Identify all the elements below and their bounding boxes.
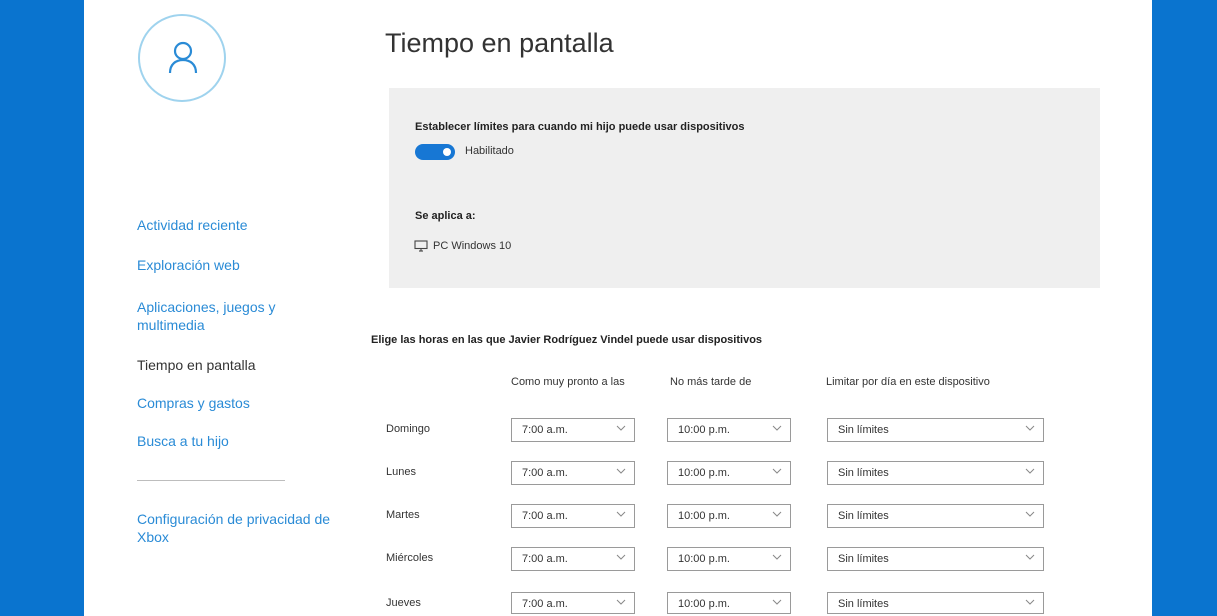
select-value: 7:00 a.m. xyxy=(522,598,568,610)
schedule-heading: Elige las horas en las que Javier Rodríg… xyxy=(371,334,763,346)
daily-limit-select[interactable]: Sin límites xyxy=(827,461,1044,485)
latest-time-select[interactable]: 10:00 p.m. xyxy=(667,461,791,485)
chevron-down-icon xyxy=(772,599,782,605)
column-header-latest: No más tarde de xyxy=(670,376,752,388)
toggle-status-text: Habilitado xyxy=(465,145,514,157)
monitor-icon xyxy=(414,240,428,252)
daily-limit-select[interactable]: Sin límites xyxy=(827,592,1044,614)
latest-time-select[interactable]: 10:00 p.m. xyxy=(667,504,791,528)
right-accent-bar xyxy=(1152,0,1217,616)
limits-toggle[interactable] xyxy=(415,144,455,160)
select-value: 10:00 p.m. xyxy=(678,510,730,522)
sidebar-item-compras-y-gastos[interactable]: Compras y gastos xyxy=(137,394,250,412)
chevron-down-icon xyxy=(1025,554,1035,560)
day-label: Lunes xyxy=(386,466,416,478)
select-value: Sin límites xyxy=(838,424,889,436)
sidebar-item-aplicaciones[interactable]: Aplicaciones, juegos y multimedia xyxy=(137,298,312,334)
day-label: Domingo xyxy=(386,423,431,435)
limits-panel xyxy=(389,88,1100,288)
applies-to-label: Se aplica a: xyxy=(415,210,476,222)
earliest-time-select[interactable]: 7:00 a.m. xyxy=(511,504,635,528)
chevron-down-icon xyxy=(1025,425,1035,431)
select-value: 7:00 a.m. xyxy=(522,424,568,436)
chevron-down-icon xyxy=(772,425,782,431)
select-value: 10:00 p.m. xyxy=(678,424,730,436)
sidebar-item-busca-a-tu-hijo[interactable]: Busca a tu hijo xyxy=(137,432,229,450)
limits-label: Establecer límites para cuando mi hijo p… xyxy=(415,121,745,133)
select-value: 7:00 a.m. xyxy=(522,467,568,479)
earliest-time-select[interactable]: 7:00 a.m. xyxy=(511,418,635,442)
column-header-limit: Limitar por día en este dispositivo xyxy=(826,376,990,388)
daily-limit-select[interactable]: Sin límites xyxy=(827,418,1044,442)
nav-divider xyxy=(137,480,285,481)
day-label: Martes xyxy=(386,509,420,521)
chevron-down-icon xyxy=(1025,599,1035,605)
select-value: 10:00 p.m. xyxy=(678,467,730,479)
select-value: Sin límites xyxy=(838,553,889,565)
daily-limit-select[interactable]: Sin límites xyxy=(827,547,1044,571)
day-label: Miércoles xyxy=(386,552,434,564)
page-title: Tiempo en pantalla xyxy=(385,28,614,58)
sidebar-item-exploracion-web[interactable]: Exploración web xyxy=(137,256,240,274)
latest-time-select[interactable]: 10:00 p.m. xyxy=(667,547,791,571)
person-icon xyxy=(168,41,198,74)
chevron-down-icon xyxy=(616,554,626,560)
chevron-down-icon xyxy=(772,554,782,560)
earliest-time-select[interactable]: 7:00 a.m. xyxy=(511,461,635,485)
avatar xyxy=(138,14,226,102)
sidebar-item-tiempo-en-pantalla[interactable]: Tiempo en pantalla xyxy=(137,356,256,374)
latest-time-select[interactable]: 10:00 p.m. xyxy=(667,592,791,614)
chevron-down-icon xyxy=(772,511,782,517)
latest-time-select[interactable]: 10:00 p.m. xyxy=(667,418,791,442)
chevron-down-icon xyxy=(616,599,626,605)
chevron-down-icon xyxy=(616,425,626,431)
select-value: 7:00 a.m. xyxy=(522,510,568,522)
left-accent-bar xyxy=(0,0,84,616)
select-value: 10:00 p.m. xyxy=(678,598,730,610)
chevron-down-icon xyxy=(772,468,782,474)
day-label: Jueves xyxy=(386,597,421,609)
daily-limit-select[interactable]: Sin límites xyxy=(827,504,1044,528)
chevron-down-icon xyxy=(1025,468,1035,474)
chevron-down-icon xyxy=(616,468,626,474)
earliest-time-select[interactable]: 7:00 a.m. xyxy=(511,547,635,571)
column-header-earliest: Como muy pronto a las xyxy=(511,376,625,388)
sidebar-item-actividad-reciente[interactable]: Actividad reciente xyxy=(137,216,248,234)
chevron-down-icon xyxy=(616,511,626,517)
select-value: Sin límites xyxy=(838,467,889,479)
toggle-knob xyxy=(443,148,451,156)
select-value: 7:00 a.m. xyxy=(522,553,568,565)
select-value: Sin límites xyxy=(838,598,889,610)
device-name: PC Windows 10 xyxy=(433,240,512,252)
earliest-time-select[interactable]: 7:00 a.m. xyxy=(511,592,635,614)
sidebar-item-privacidad-xbox[interactable]: Configuración de privacidad de Xbox xyxy=(137,510,337,546)
select-value: 10:00 p.m. xyxy=(678,553,730,565)
chevron-down-icon xyxy=(1025,511,1035,517)
select-value: Sin límites xyxy=(838,510,889,522)
